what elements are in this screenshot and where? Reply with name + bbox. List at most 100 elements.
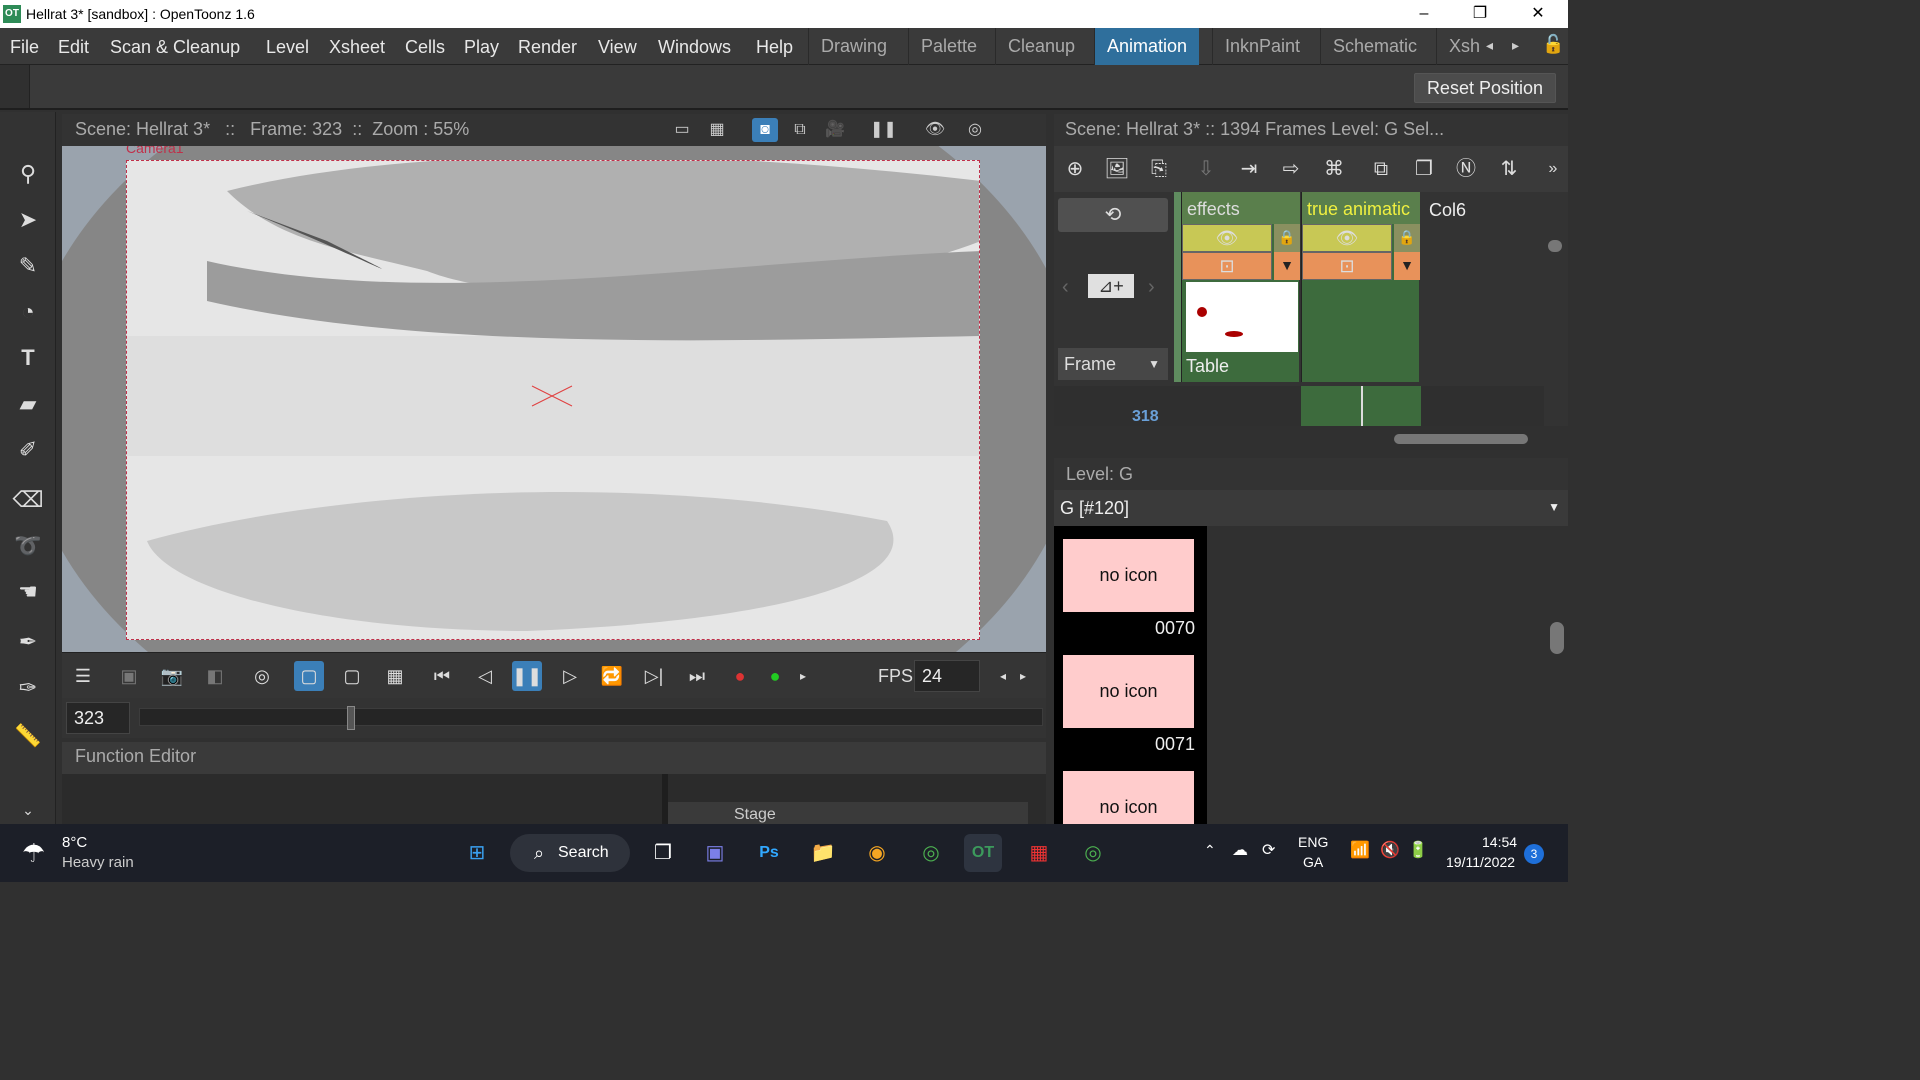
menu-xsheet[interactable]: Xsheet [329, 37, 385, 58]
export-icon[interactable]: ⇨ [1276, 154, 1306, 184]
more-channels-icon[interactable]: ▸ [788, 661, 818, 691]
rooms-scroll-right-icon[interactable]: ▸ [1512, 37, 1519, 54]
save-icon[interactable]: ▣ [114, 661, 144, 691]
menu-icon[interactable]: ☰ [68, 661, 98, 691]
onedrive-icon[interactable]: ☁ [1232, 840, 1248, 860]
menu-cells[interactable]: Cells [405, 37, 445, 58]
rotate-xsheet-icon[interactable]: ⟲ [1058, 198, 1168, 232]
volume-muted-icon[interactable]: 🔇 [1380, 840, 1400, 860]
clone-icon[interactable]: ❐ [1409, 154, 1439, 184]
room-palette[interactable]: Palette [908, 28, 989, 65]
style-picker-tool-icon[interactable]: ✒ [10, 624, 46, 660]
snapshot-icon[interactable]: 📷 [157, 661, 187, 691]
camstand-toggle-icon[interactable]: ⊡ [1182, 252, 1272, 280]
reset-position-button[interactable]: Reset Position [1413, 73, 1556, 103]
finger-tool-icon[interactable]: ☚ [10, 574, 46, 610]
lock-icon[interactable]: 🔒 [1394, 224, 1420, 252]
notification-badge[interactable]: 3 [1524, 844, 1544, 864]
tape-tool-icon[interactable]: ➰ [10, 528, 46, 564]
bg-white-icon[interactable]: ▢ [294, 661, 324, 691]
minimize-button[interactable]: – [1404, 2, 1444, 26]
menu-file[interactable]: File [10, 37, 39, 58]
last-frame-icon[interactable]: ⏭ [682, 661, 712, 691]
room-inknpaint[interactable]: InknPaint [1212, 28, 1312, 65]
camera-stand-view-icon[interactable]: ◙ [752, 118, 778, 142]
lock-rooms-icon[interactable]: 🔓 [1542, 34, 1564, 55]
fps-increase-icon[interactable]: ▸ [1008, 661, 1038, 691]
level-strip-scrollbar[interactable] [1550, 526, 1564, 824]
more-tools-icon[interactable]: ⌄ [10, 792, 46, 828]
weather-temp[interactable]: 8°C [62, 834, 87, 851]
new-toonz-level-icon[interactable]: ⎘ [1144, 154, 1174, 184]
lock-icon[interactable]: 🔒 [1274, 224, 1300, 252]
room-cleanup[interactable]: Cleanup [995, 28, 1087, 65]
sync-icon[interactable]: ⟳ [1262, 840, 1275, 860]
taskbar-search[interactable]: ⌕ Search [510, 834, 630, 872]
pegbar-name[interactable]: Table [1186, 356, 1229, 377]
preview-icon[interactable]: 👁 [922, 118, 948, 142]
teams-icon[interactable]: ▣ [696, 834, 734, 872]
xsheet-vscroll[interactable] [1548, 202, 1562, 372]
fps-field[interactable]: 24 [914, 660, 980, 692]
3d-view-icon[interactable]: ⧉ [787, 118, 813, 142]
green-channel-icon[interactable]: ● [760, 661, 790, 691]
frame-field[interactable]: 323 [66, 702, 130, 734]
app-icon[interactable]: ▦ [1020, 834, 1058, 872]
menu-windows[interactable]: Windows [658, 37, 731, 58]
weather-desc[interactable]: Heavy rain [62, 854, 134, 871]
geometric-tool-icon[interactable]: ◔ [10, 294, 46, 330]
rooms-scroll-left-icon[interactable]: ◂ [1486, 37, 1493, 54]
column-dropdown-icon[interactable]: ▼ [1394, 252, 1420, 280]
column-dropdown-icon[interactable]: ▼ [1274, 252, 1300, 280]
more-icon[interactable]: » [1538, 154, 1568, 184]
preview-toggle-icon[interactable]: ◎ [247, 661, 277, 691]
language-code[interactable]: ENG [1298, 834, 1328, 850]
sort-icon[interactable]: ⇅ [1494, 154, 1524, 184]
fill-tool-icon[interactable]: ▰ [10, 386, 46, 422]
add-column-icon[interactable]: ⊿+ [1088, 274, 1134, 298]
preview-toggle-icon[interactable]: 👁 [1182, 224, 1272, 252]
wifi-icon[interactable]: 📶 [1350, 840, 1370, 860]
keyboard-layout[interactable]: GA [1303, 854, 1323, 870]
compare-icon[interactable]: ◧ [200, 661, 230, 691]
paint-brush-tool-icon[interactable]: ✐ [10, 432, 46, 468]
weather-icon[interactable]: ☂ [22, 838, 45, 869]
rgb-picker-tool-icon[interactable]: ✑ [10, 670, 46, 706]
opentoonz-taskbar-icon[interactable]: OT [964, 834, 1002, 872]
selection-tool-icon[interactable]: ➤ [10, 202, 46, 238]
play-icon[interactable]: ▷ [555, 661, 585, 691]
frame-slider[interactable] [139, 706, 1043, 730]
level-selector[interactable]: G [#120] ▼ [1054, 490, 1568, 526]
menu-help[interactable]: Help [756, 37, 793, 58]
xsheet-cell-area[interactable]: 318 [1054, 386, 1544, 426]
room-animation[interactable]: Animation [1094, 28, 1200, 65]
photoshop-icon[interactable]: Ps [750, 834, 788, 872]
clock-time[interactable]: 14:54 [1482, 834, 1517, 850]
restore-button[interactable]: ❐ [1460, 2, 1500, 26]
room-drawing[interactable]: Drawing [808, 28, 899, 65]
level-frame-cell[interactable]: no icon [1063, 771, 1194, 824]
camera-view-icon[interactable]: 🎥 [822, 118, 848, 142]
column-name-col6[interactable]: Col6 [1429, 200, 1466, 221]
xsheet-column-true-animatic[interactable]: true animatic 👁 🔒 ⊡ ▼ [1301, 192, 1420, 382]
new-raster-level-icon[interactable]: 🖼 [1102, 154, 1132, 184]
camstand-toggle-icon[interactable]: ⊡ [1302, 252, 1392, 280]
menu-scan-cleanup[interactable]: Scan & Cleanup [110, 37, 240, 58]
new-vector-level-icon[interactable]: ⊕ [1060, 154, 1090, 184]
stage-tree-item[interactable]: Stage [668, 802, 1028, 824]
next-frame-icon[interactable]: ▷| [639, 661, 669, 691]
task-view-icon[interactable]: ❐ [644, 834, 682, 872]
frame-dropdown[interactable]: Frame ▼ [1058, 348, 1168, 380]
room-schematic[interactable]: Schematic [1320, 28, 1429, 65]
close-button[interactable]: ✕ [1518, 2, 1558, 26]
scene-viewer[interactable]: Camera1 [62, 146, 1046, 652]
bg-checker-icon[interactable]: ▦ [380, 661, 410, 691]
pause-icon[interactable]: ❚❚ [512, 661, 542, 691]
menu-play[interactable]: Play [464, 37, 499, 58]
clock-date[interactable]: 19/11/2022 [1446, 854, 1515, 870]
room-xsheet[interactable]: Xsh [1436, 28, 1492, 65]
duplicate-icon[interactable]: ⧉ [1366, 154, 1396, 184]
animate-tool-icon[interactable]: ⚲ [10, 156, 46, 192]
sub-camera-preview-icon[interactable]: ◎ [962, 118, 988, 142]
first-frame-icon[interactable]: ⏮ [427, 661, 457, 691]
